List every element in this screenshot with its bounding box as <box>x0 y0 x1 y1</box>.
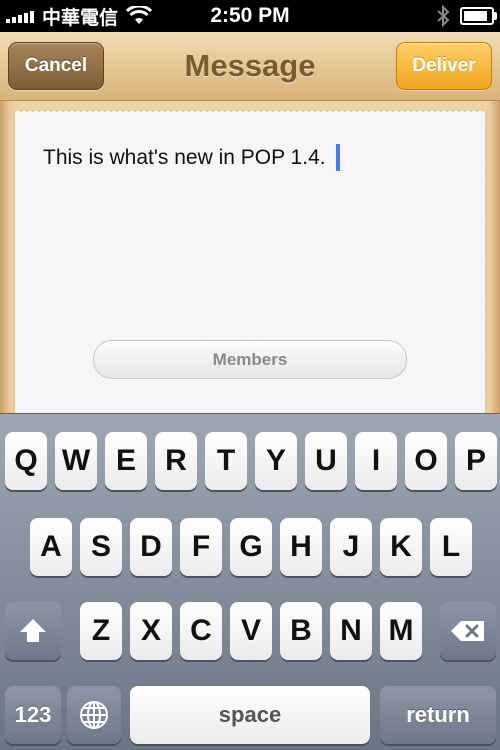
delete-key[interactable] <box>440 602 496 660</box>
members-button[interactable]: Members <box>93 340 407 379</box>
globe-icon <box>80 701 108 729</box>
key-k[interactable]: K <box>380 518 422 576</box>
key-j[interactable]: J <box>330 518 372 576</box>
key-n[interactable]: N <box>330 602 372 660</box>
key-c[interactable]: C <box>180 602 222 660</box>
status-time: 2:50 PM <box>210 4 290 27</box>
key-f[interactable]: F <box>180 518 222 576</box>
key-e[interactable]: E <box>105 432 147 490</box>
globe-key[interactable] <box>67 686 121 744</box>
key-s[interactable]: S <box>80 518 122 576</box>
status-right <box>436 0 497 32</box>
deliver-button[interactable]: Deliver <box>396 42 492 90</box>
key-g[interactable]: G <box>230 518 272 576</box>
screen: 中華電信 2:50 PM Message Cancel Deliver This… <box>0 0 500 750</box>
key-u[interactable]: U <box>305 432 347 490</box>
key-a[interactable]: A <box>30 518 72 576</box>
key-p[interactable]: P <box>455 432 497 490</box>
message-paper[interactable]: This is what's new in POP 1.4. Members <box>15 108 485 413</box>
message-text: This is what's new in POP 1.4. <box>43 145 326 169</box>
key-m[interactable]: M <box>380 602 422 660</box>
bluetooth-icon <box>437 5 450 27</box>
paper-edge <box>15 108 485 114</box>
key-l[interactable]: L <box>430 518 472 576</box>
text-caret <box>335 144 340 171</box>
navigation-bar: Message Cancel Deliver <box>0 32 500 101</box>
shift-arrow-icon <box>20 619 46 642</box>
cancel-button[interactable]: Cancel <box>8 42 104 90</box>
key-h[interactable]: H <box>280 518 322 576</box>
message-input[interactable]: This is what's new in POP 1.4. <box>43 144 340 171</box>
key-r[interactable]: R <box>155 432 197 490</box>
key-y[interactable]: Y <box>255 432 297 490</box>
battery-icon <box>460 7 497 25</box>
key-d[interactable]: D <box>130 518 172 576</box>
numbers-key[interactable]: 123 <box>5 686 61 744</box>
key-q[interactable]: Q <box>5 432 47 490</box>
key-x[interactable]: X <box>130 602 172 660</box>
key-b[interactable]: B <box>280 602 322 660</box>
key-z[interactable]: Z <box>80 602 122 660</box>
key-o[interactable]: O <box>405 432 447 490</box>
battery-level <box>464 11 487 21</box>
shift-key[interactable] <box>5 602 61 660</box>
backspace-icon <box>451 621 484 641</box>
status-bar: 中華電信 2:50 PM <box>0 0 500 32</box>
key-t[interactable]: T <box>205 432 247 490</box>
return-key[interactable]: return <box>380 686 496 744</box>
keyboard: Q W E R T Y U I O P A S D F G H J K L Z … <box>0 413 500 750</box>
key-w[interactable]: W <box>55 432 97 490</box>
space-key[interactable]: space <box>130 686 370 744</box>
key-i[interactable]: I <box>355 432 397 490</box>
key-v[interactable]: V <box>230 602 272 660</box>
